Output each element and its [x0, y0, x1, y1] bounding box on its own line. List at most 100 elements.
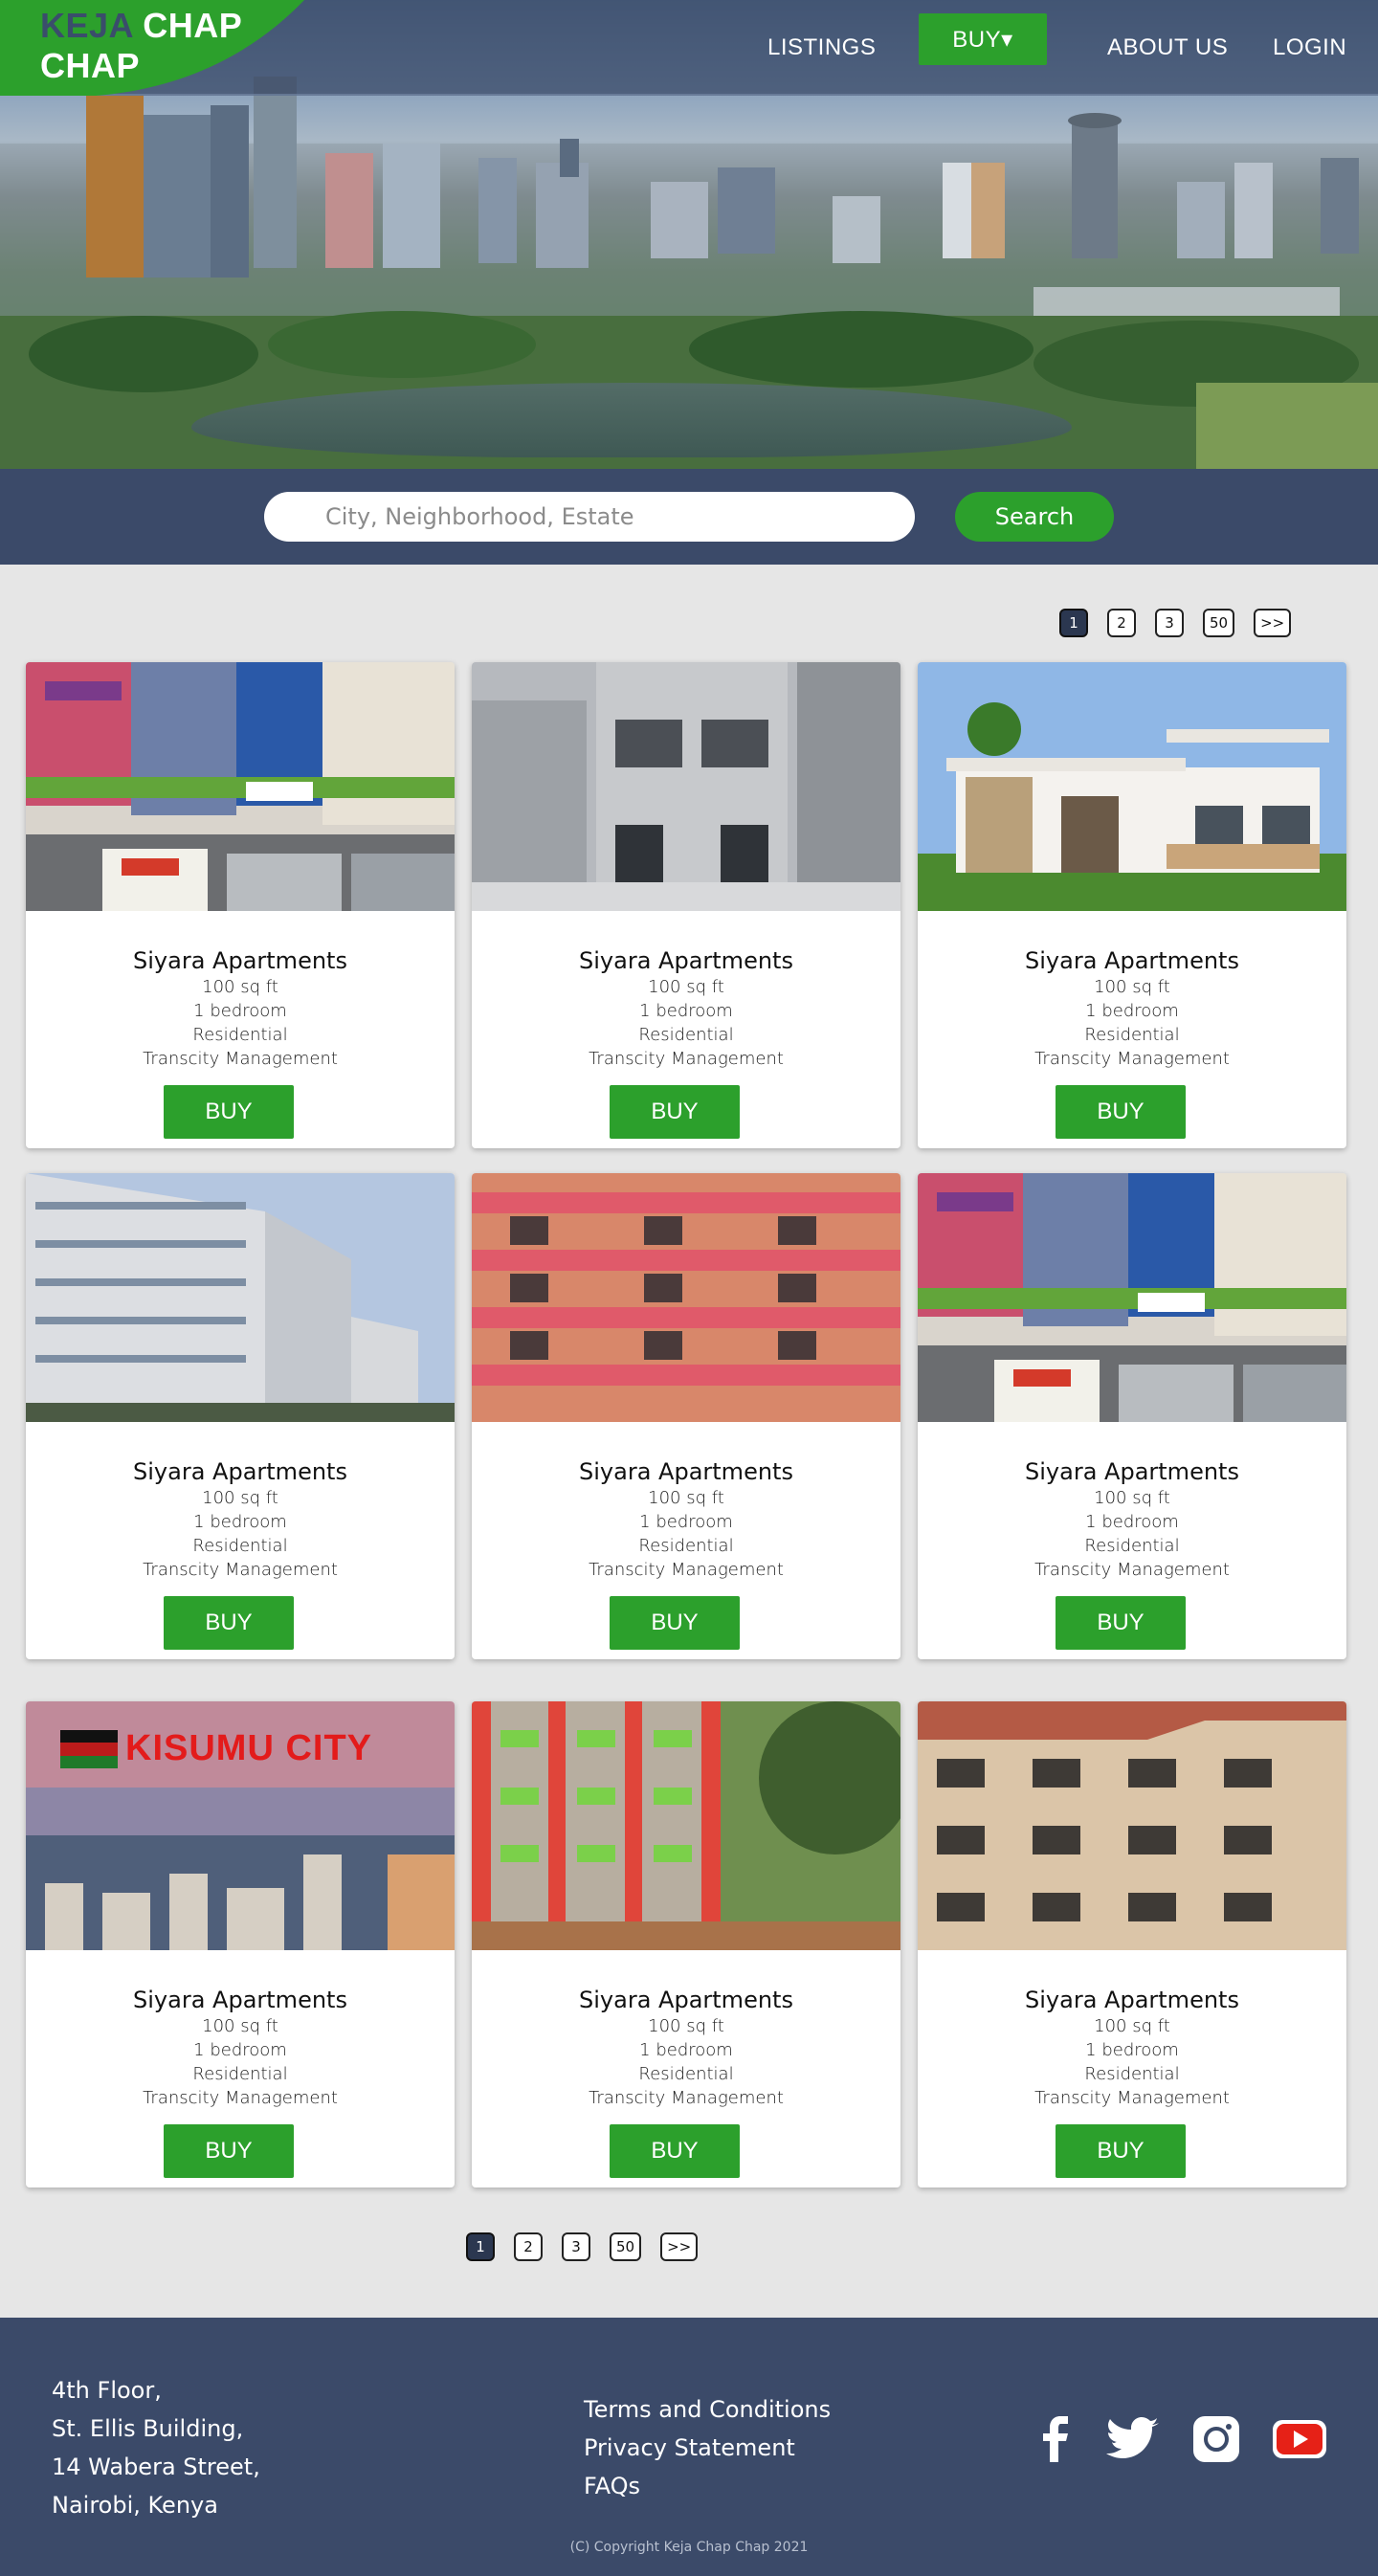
listing-type: Residential	[192, 2064, 288, 2084]
listing-title: Siyara Apartments	[1025, 1987, 1239, 2013]
office-address: 4th Floor, St. Ellis Building, 14 Wabera…	[52, 2371, 260, 2524]
listing-type: Residential	[192, 1025, 288, 1045]
buy-button[interactable]: BUY	[164, 1085, 294, 1139]
listing-card[interactable]: Siyara Apartments 100 sq ft 1 bedroom Re…	[918, 1173, 1346, 1659]
page-2-button[interactable]: 2	[514, 2232, 543, 2261]
listing-area: 100 sq ft	[1094, 1488, 1170, 1508]
nav-about-us[interactable]: ABOUT US	[1107, 21, 1228, 75]
listing-type: Residential	[638, 2064, 734, 2084]
listing-type: Residential	[1084, 2064, 1180, 2084]
listing-photo[interactable]	[472, 1173, 900, 1422]
listing-type: Residential	[1084, 1025, 1180, 1045]
page-3-button[interactable]: 3	[562, 2232, 590, 2261]
listing-area: 100 sq ft	[202, 977, 278, 997]
logo-word-keja: KEJA	[40, 6, 133, 45]
listing-manager: Transcity Management	[143, 2088, 338, 2108]
listing-bedrooms: 1 bedroom	[639, 1512, 733, 1532]
listing-photo[interactable]	[918, 1701, 1346, 1950]
buy-button[interactable]: BUY	[610, 1596, 740, 1650]
listing-title: Siyara Apartments	[133, 1458, 347, 1485]
buy-button[interactable]: BUY	[610, 1085, 740, 1139]
page-2-button[interactable]: 2	[1107, 609, 1136, 637]
listing-manager: Transcity Management	[143, 1049, 338, 1069]
address-line: St. Ellis Building,	[52, 2415, 244, 2442]
listing-photo[interactable]	[26, 1173, 455, 1422]
listing-card[interactable]: KISUMU CITY Siyara Apartments 100 sq ft …	[26, 1701, 455, 2187]
buy-button[interactable]: BUY	[164, 1596, 294, 1650]
listing-card[interactable]: Siyara Apartments 100 sq ft 1 bedroom Re…	[472, 662, 900, 1148]
buy-button[interactable]: BUY	[1056, 1596, 1186, 1650]
page-1-button[interactable]: 1	[1059, 609, 1088, 637]
buy-button[interactable]: BUY	[1056, 2124, 1186, 2178]
search-input[interactable]	[264, 492, 915, 542]
listing-title: Siyara Apartments	[579, 1458, 793, 1485]
buy-button[interactable]: BUY	[610, 2124, 740, 2178]
next-pages-button[interactable]: >>	[660, 2232, 699, 2261]
listing-card[interactable]: Siyara Apartments 100 sq ft 1 bedroom Re…	[472, 1173, 900, 1659]
listing-card[interactable]: Siyara Apartments 100 sq ft 1 bedroom Re…	[26, 662, 455, 1148]
logo-word-chap-2: CHAP	[40, 46, 141, 85]
listing-type: Residential	[638, 1025, 734, 1045]
listing-details: Siyara Apartments 100 sq ft 1 bedroom Re…	[472, 1427, 900, 1582]
buy-button[interactable]: BUY	[164, 2124, 294, 2178]
listing-details: Siyara Apartments 100 sq ft 1 bedroom Re…	[472, 916, 900, 1071]
listing-photo[interactable]	[472, 1701, 900, 1950]
hero-banner: KEJA CHAP CHAP LISTINGS BUY▾ ABOUT US LO…	[0, 0, 1378, 469]
twitter-icon[interactable]	[1106, 2413, 1160, 2465]
listing-bedrooms: 1 bedroom	[193, 2040, 287, 2060]
nav-listings[interactable]: LISTINGS	[767, 21, 876, 75]
listing-details: Siyara Apartments 100 sq ft 1 bedroom Re…	[918, 916, 1346, 1071]
listing-area: 100 sq ft	[648, 2016, 724, 2036]
listing-card[interactable]: Siyara Apartments 100 sq ft 1 bedroom Re…	[472, 1701, 900, 2187]
listing-title: Siyara Apartments	[133, 1987, 347, 2013]
page-50-button[interactable]: 50	[1203, 609, 1235, 637]
listing-details: Siyara Apartments 100 sq ft 1 bedroom Re…	[918, 1427, 1346, 1582]
listing-area: 100 sq ft	[1094, 2016, 1170, 2036]
address-line: Nairobi, Kenya	[52, 2492, 218, 2519]
listing-area: 100 sq ft	[648, 977, 724, 997]
nav-login[interactable]: LOGIN	[1273, 21, 1346, 75]
listing-type: Residential	[192, 1536, 288, 1556]
search-button[interactable]: Search	[955, 492, 1114, 542]
listing-bedrooms: 1 bedroom	[1085, 2040, 1179, 2060]
photo-caption: KISUMU CITY	[125, 1728, 372, 1768]
privacy-link[interactable]: Privacy Statement	[584, 2429, 831, 2467]
page-1-button[interactable]: 1	[466, 2232, 495, 2261]
search-bar-section: Search	[0, 469, 1378, 565]
listing-photo[interactable]	[472, 662, 900, 911]
instagram-icon[interactable]	[1192, 2413, 1240, 2465]
listing-bedrooms: 1 bedroom	[639, 1001, 733, 1021]
listing-details: Siyara Apartments 100 sq ft 1 bedroom Re…	[26, 1955, 455, 2110]
youtube-icon[interactable]	[1273, 2413, 1326, 2465]
listing-area: 100 sq ft	[202, 2016, 278, 2036]
listing-details: Siyara Apartments 100 sq ft 1 bedroom Re…	[918, 1955, 1346, 2110]
listing-card[interactable]: Siyara Apartments 100 sq ft 1 bedroom Re…	[918, 662, 1346, 1148]
nav-buy-dropdown[interactable]: BUY▾	[919, 13, 1047, 65]
listing-area: 100 sq ft	[648, 1488, 724, 1508]
page-3-button[interactable]: 3	[1155, 609, 1184, 637]
listing-card[interactable]: Siyara Apartments 100 sq ft 1 bedroom Re…	[26, 1173, 455, 1659]
listing-bedrooms: 1 bedroom	[1085, 1001, 1179, 1021]
listing-photo[interactable]	[26, 662, 455, 911]
site-logo[interactable]: KEJA CHAP CHAP	[40, 6, 242, 86]
listing-bedrooms: 1 bedroom	[639, 2040, 733, 2060]
listing-details: Siyara Apartments 100 sq ft 1 bedroom Re…	[26, 1427, 455, 1582]
footer-links: Terms and Conditions Privacy Statement F…	[584, 2390, 831, 2505]
listing-type: Residential	[1084, 1536, 1180, 1556]
listing-manager: Transcity Management	[589, 1049, 784, 1069]
copyright-text: (C) Copyright Keja Chap Chap 2021	[569, 2540, 809, 2555]
listing-area: 100 sq ft	[202, 1488, 278, 1508]
terms-link[interactable]: Terms and Conditions	[584, 2390, 831, 2429]
listing-photo[interactable]	[918, 662, 1346, 911]
logo-word-chap: CHAP	[143, 6, 243, 45]
listing-manager: Transcity Management	[1034, 2088, 1230, 2108]
faqs-link[interactable]: FAQs	[584, 2467, 831, 2505]
pagination-bottom: 1 2 3 50 >>	[466, 2232, 699, 2261]
next-pages-button[interactable]: >>	[1254, 609, 1292, 637]
listing-photo[interactable]	[918, 1173, 1346, 1422]
buy-button[interactable]: BUY	[1056, 1085, 1186, 1139]
listing-card[interactable]: Siyara Apartments 100 sq ft 1 bedroom Re…	[918, 1701, 1346, 2187]
pagination-top: 1 2 3 50 >>	[1059, 609, 1292, 637]
page-50-button[interactable]: 50	[610, 2232, 642, 2261]
facebook-icon[interactable]	[1041, 2413, 1070, 2465]
